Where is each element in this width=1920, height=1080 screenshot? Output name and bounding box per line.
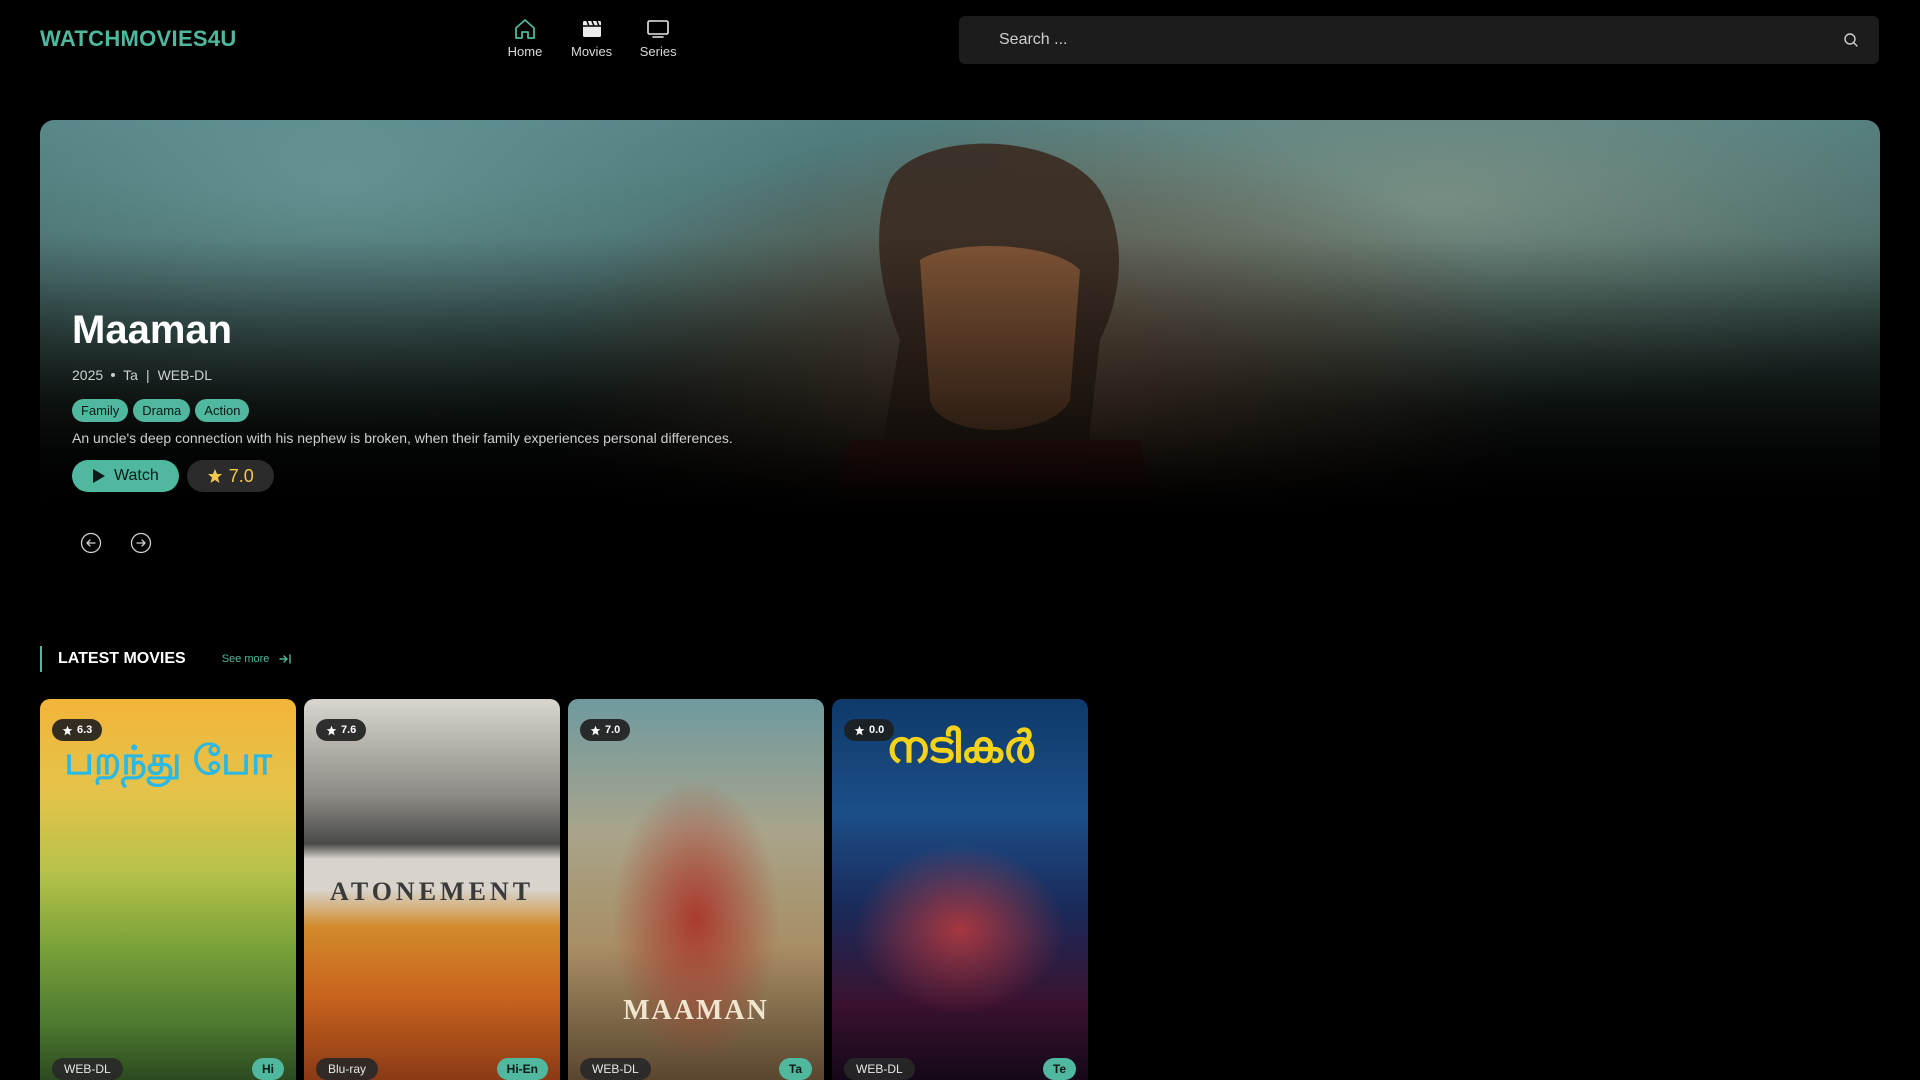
- card-quality-badge: WEB-DL: [844, 1058, 915, 1080]
- nav-home-label: Home: [507, 44, 543, 59]
- hero-meta: 2025 Ta | WEB-DL: [72, 367, 733, 383]
- home-icon: [515, 19, 535, 39]
- meta-dot: [111, 373, 116, 377]
- genre-tag[interactable]: Drama: [133, 399, 191, 422]
- hero-rating: 7.0: [186, 460, 274, 492]
- star-icon: [590, 725, 601, 735]
- see-more-label: See more: [221, 653, 270, 665]
- card-rating-value: 6.3: [77, 724, 93, 736]
- card-rating: 6.3: [52, 719, 103, 741]
- star-icon: [854, 725, 865, 735]
- hero-year: 2025: [72, 367, 104, 383]
- poster-title: MAAMAN: [623, 995, 769, 1026]
- poster-title: ATONEMENT: [329, 877, 535, 906]
- star-icon: [62, 725, 73, 735]
- nav-movies-label: Movies: [571, 44, 613, 59]
- hero-title: Maaman: [72, 308, 233, 352]
- hero-content: Maaman 2025 Ta | WEB-DL Family Drama Act…: [72, 308, 733, 492]
- search-input[interactable]: [959, 16, 1879, 64]
- movie-card[interactable]: ATONEMENT 7.6 Blu-ray Hi-En: [304, 699, 560, 1080]
- card-rating: 0.0: [844, 719, 895, 741]
- see-more-link[interactable]: See more: [222, 653, 292, 665]
- arrow-right-circle-icon[interactable]: [130, 532, 152, 554]
- movie-card[interactable]: നടികർ 0.0 WEB-DL Te: [832, 699, 1088, 1080]
- movie-card[interactable]: MAAMAN 7.0 WEB-DL Ta: [568, 699, 824, 1080]
- carousel-controls: [80, 532, 152, 554]
- card-quality-badge: WEB-DL: [580, 1058, 651, 1080]
- card-rating: 7.0: [580, 719, 631, 741]
- card-rating-value: 0.0: [869, 724, 885, 736]
- search-icon[interactable]: [1843, 32, 1859, 48]
- section-title: LATEST MOVIES: [58, 650, 186, 667]
- genre-tag[interactable]: Action: [195, 399, 250, 422]
- main-nav: Home Movies Series: [505, 18, 678, 59]
- section-accent-bar: [40, 646, 42, 672]
- tv-icon: [647, 20, 669, 38]
- hero-language: Ta: [123, 367, 138, 383]
- watch-button[interactable]: Watch: [72, 460, 179, 492]
- latest-movies-header: LATEST MOVIES See more: [40, 646, 292, 672]
- genre-tag[interactable]: Family: [72, 399, 129, 422]
- star-icon: [326, 725, 337, 735]
- hero-banner[interactable]: Maaman 2025 Ta | WEB-DL Family Drama Act…: [40, 120, 1880, 510]
- hero-quality: WEB-DL: [157, 367, 213, 383]
- clapperboard-icon: [582, 20, 601, 37]
- card-language-badge: Hi: [252, 1058, 284, 1080]
- card-rating-value: 7.6: [341, 724, 357, 736]
- search-box: [959, 16, 1879, 64]
- movie-card[interactable]: பறந்து போ 6.3 WEB-DL Hi: [40, 699, 296, 1080]
- meta-separator: |: [145, 367, 150, 383]
- card-rating-value: 7.0: [605, 724, 621, 736]
- nav-movies[interactable]: Movies: [571, 18, 612, 59]
- card-quality-badge: WEB-DL: [52, 1058, 123, 1080]
- arrow-left-circle-icon[interactable]: [80, 532, 102, 554]
- latest-movies-list: பறந்து போ 6.3 WEB-DL Hi ATONEMENT 7.6 Bl…: [40, 699, 1088, 1080]
- watch-button-label: Watch: [114, 467, 159, 484]
- poster-title: பறந்து போ: [64, 739, 272, 783]
- hero-actions: Watch 7.0: [72, 460, 733, 492]
- card-language-badge: Te: [1042, 1058, 1076, 1080]
- top-header: WATCHMOVIES4U Home Movies Series: [0, 0, 1920, 80]
- play-icon: [93, 469, 105, 483]
- hero-genres: Family Drama Action: [72, 399, 733, 422]
- card-quality-badge: Blu-ray: [316, 1058, 379, 1080]
- nav-series-label: Series: [639, 44, 677, 59]
- site-logo[interactable]: WATCHMOVIES4U: [40, 26, 237, 52]
- card-language-badge: Ta: [778, 1058, 812, 1080]
- star-icon: [207, 469, 222, 483]
- hero-description: An uncle's deep connection with his neph…: [72, 430, 733, 446]
- card-rating: 7.6: [316, 719, 367, 741]
- card-language-badge: Hi-En: [496, 1058, 548, 1080]
- nav-series[interactable]: Series: [638, 18, 678, 59]
- hero-rating-value: 7.0: [228, 465, 254, 486]
- arrow-right-to-line-icon: [279, 654, 292, 664]
- nav-home[interactable]: Home: [505, 18, 545, 59]
